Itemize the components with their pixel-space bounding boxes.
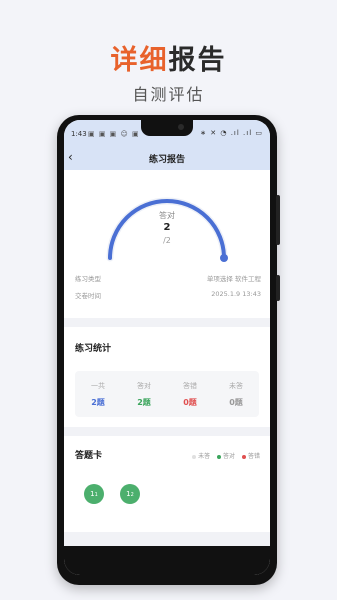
volume-button <box>276 195 280 245</box>
bottom-bar <box>64 546 270 575</box>
gauge-end-dot <box>220 254 228 262</box>
stats-box: 一共 2题 答对 2题 答错 0题 未答 0题 <box>75 371 259 417</box>
page-title: 练习报告 <box>148 155 185 165</box>
hero-subtitle: 自测评估 <box>132 85 205 104</box>
stat-label: 未答 <box>229 382 243 390</box>
question-subscript: 1 <box>94 492 98 498</box>
report-content: 答对 2 /2 练习类型 单项选择 软件工程 交卷时间 2025.1.9 13:… <box>64 170 270 546</box>
info-value: 单项选择 软件工程 <box>206 275 261 283</box>
stats-card: 练习统计 一共 2题 答对 2题 答错 0题 未答 0题 <box>64 327 270 427</box>
info-row-type: 练习类型 单项选择 软件工程 <box>75 273 261 283</box>
hero-title: 详细报告 <box>0 38 337 77</box>
question-2-button[interactable]: 12 <box>120 484 140 504</box>
stat-value: 0题 <box>229 398 243 407</box>
answer-card: 答题卡 未答 答对 答错 11 12 <box>64 436 270 532</box>
system-status-icons: ∗ ✕ ◔ .ıl .ıl ▭ <box>200 129 263 137</box>
question-subscript: 2 <box>130 492 134 498</box>
stat-value: 0题 <box>183 398 197 407</box>
total-count: /2 <box>163 236 171 245</box>
legend-dot-wrong <box>241 454 246 459</box>
stat-label: 答错 <box>183 382 197 390</box>
camera-icon <box>178 124 184 130</box>
hero-title-accent: 详细 <box>110 45 169 76</box>
legend-label-wrong: 答错 <box>247 453 260 460</box>
info-label: 练习类型 <box>75 275 101 283</box>
correct-count: 2 <box>163 222 171 233</box>
legend-dot-correct <box>217 454 222 459</box>
gauge-label: 答对 <box>159 211 175 220</box>
question-1-button[interactable]: 11 <box>84 484 104 504</box>
legend-label-unanswered: 未答 <box>198 453 211 460</box>
stats-title: 练习统计 <box>75 344 112 354</box>
score-card: 答对 2 /2 练习类型 单项选择 软件工程 交卷时间 2025.1.9 13:… <box>64 170 270 318</box>
power-button <box>276 275 280 301</box>
info-value: 2025.1.9 13:43 <box>211 290 261 298</box>
info-label: 交卷时间 <box>75 292 101 300</box>
answer-card-title: 答题卡 <box>75 451 103 461</box>
info-row-time: 交卷时间 2025.1.9 13:43 <box>75 290 261 300</box>
camera-notch <box>141 120 193 136</box>
notification-icons: ▣ ▣ ▣ ☺ ▣ <box>88 130 140 138</box>
stat-label: 一共 <box>91 382 105 390</box>
legend-dot-unanswered <box>192 454 197 459</box>
stat-label: 答对 <box>137 382 151 390</box>
stat-value: 2题 <box>91 398 105 407</box>
hero-title-main: 报告 <box>168 45 227 76</box>
phone-screen: 1:43 ▣ ▣ ▣ ☺ ▣ ∗ ✕ ◔ .ıl .ıl ▭ ‹ 练习报告 答对… <box>64 120 270 575</box>
status-time: 1:43 <box>71 130 87 138</box>
stat-value: 2题 <box>137 398 151 407</box>
answer-legend: 未答 答对 答错 <box>187 451 260 460</box>
legend-label-correct: 答对 <box>223 453 236 460</box>
nav-bar: ‹ 练习报告 <box>64 146 270 170</box>
phone-frame: 1:43 ▣ ▣ ▣ ☺ ▣ ∗ ✕ ◔ .ıl .ıl ▭ ‹ 练习报告 答对… <box>57 115 280 585</box>
